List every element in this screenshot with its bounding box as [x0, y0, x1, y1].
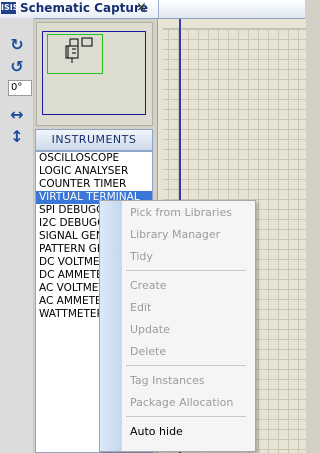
menu-separator	[126, 416, 246, 417]
menu-item-update[interactable]: Update	[130, 323, 170, 336]
menu-item-auto-hide[interactable]: Auto hide	[130, 425, 183, 438]
menu-icon-gutter	[100, 201, 122, 451]
left-toolbar: ↻ ↺ 0° ↔ ↕	[0, 18, 34, 453]
menu-item-tag-instances[interactable]: Tag Instances	[130, 374, 205, 387]
list-item[interactable]: OSCILLOSCOPE	[36, 152, 152, 165]
tab-title: Schematic Capture	[20, 1, 149, 15]
tab-schematic-capture[interactable]: ISIS Schematic Capture ×	[0, 0, 159, 18]
menu-item-create[interactable]: Create	[130, 279, 167, 292]
menu-separator	[126, 270, 246, 271]
mirror-vertical-icon[interactable]: ↕	[8, 128, 26, 146]
instruments-header: INSTRUMENTS	[35, 129, 153, 151]
menu-item-pick-from-libraries[interactable]: Pick from Libraries	[130, 206, 232, 219]
close-icon[interactable]: ×	[136, 0, 147, 15]
menu-item-delete[interactable]: Delete	[130, 345, 166, 358]
menu-item-tidy[interactable]: Tidy	[130, 250, 153, 263]
mirror-horizontal-icon[interactable]: ↔	[8, 106, 26, 124]
list-item[interactable]: LOGIC ANALYSER	[36, 165, 152, 178]
context-menu: Pick from Libraries Library Manager Tidy…	[99, 200, 256, 452]
overview-view-rectangle[interactable]	[47, 34, 103, 74]
list-item[interactable]: COUNTER TIMER	[36, 178, 152, 191]
tab-bar: ISIS Schematic Capture ×	[0, 0, 305, 19]
menu-separator	[126, 365, 246, 366]
overview-window[interactable]	[36, 22, 153, 126]
menu-item-edit[interactable]: Edit	[130, 301, 151, 314]
rotation-angle-field[interactable]: 0°	[8, 80, 32, 96]
menu-item-library-manager[interactable]: Library Manager	[130, 228, 220, 241]
isis-logo: ISIS	[1, 2, 19, 14]
rotate-clockwise-icon[interactable]: ↻	[8, 36, 26, 54]
component-preview-icon	[65, 37, 93, 63]
rotate-anticlockwise-icon[interactable]: ↺	[8, 58, 26, 76]
overview-sheet-border	[42, 31, 146, 115]
menu-item-package-allocation[interactable]: Package Allocation	[130, 396, 233, 409]
